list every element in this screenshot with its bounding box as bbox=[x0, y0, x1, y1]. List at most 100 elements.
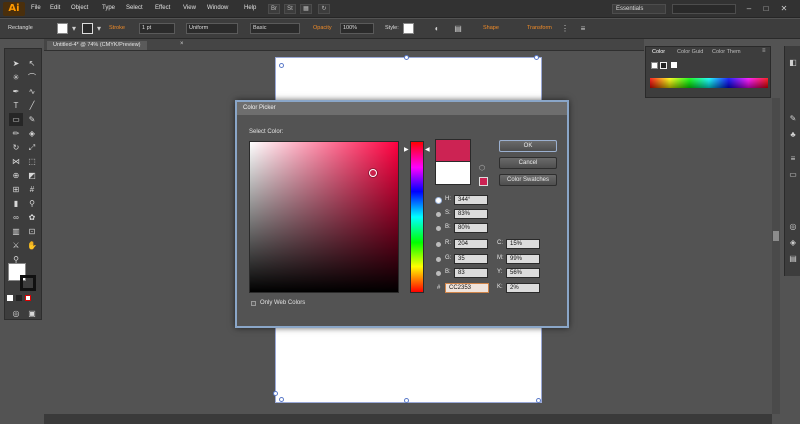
mesh-tool-icon[interactable]: # bbox=[25, 183, 39, 196]
tab-color[interactable]: Color bbox=[652, 49, 665, 55]
vertical-scrollbar[interactable] bbox=[772, 98, 780, 414]
stroke-weight-field[interactable]: 1 pt bbox=[139, 23, 175, 34]
minimize-icon[interactable]: – bbox=[742, 3, 756, 14]
symbol-sprayer-tool-icon[interactable]: ✿ bbox=[25, 211, 39, 224]
opacity-field[interactable]: 100% bbox=[340, 23, 374, 34]
close-icon[interactable]: ✕ bbox=[777, 3, 791, 14]
width-tool-icon[interactable]: ⋈ bbox=[9, 155, 23, 168]
draw-mode-icon[interactable]: ◎ bbox=[9, 307, 23, 320]
panel-stroke-swatch[interactable] bbox=[660, 62, 667, 69]
magenta-field[interactable]: 99% bbox=[506, 254, 540, 264]
type-tool-icon[interactable]: T bbox=[9, 99, 23, 112]
live-paint-tool-icon[interactable]: ◩ bbox=[25, 169, 39, 182]
distribute-icon[interactable]: ⋮ bbox=[560, 24, 570, 34]
panel-fill-swatch[interactable] bbox=[651, 62, 658, 69]
blue-radio[interactable] bbox=[436, 271, 441, 276]
menu-effect[interactable]: Effect bbox=[155, 5, 170, 11]
color-panel-icon[interactable]: ◧ bbox=[788, 58, 798, 68]
pencil-tool-icon[interactable]: ✏ bbox=[9, 127, 23, 140]
close-document-icon[interactable]: × bbox=[180, 41, 184, 47]
color-swatches-button[interactable]: Color Swatches bbox=[499, 174, 557, 186]
rotate-tool-icon[interactable]: ↻ bbox=[9, 141, 23, 154]
out-of-web-color-warning-icon[interactable]: ⬡ bbox=[479, 165, 487, 173]
panel-menu-icon[interactable]: ≡ bbox=[762, 48, 766, 54]
saturation-field[interactable]: 83% bbox=[454, 209, 488, 219]
shape-builder-tool-icon[interactable]: ⊕ bbox=[9, 169, 23, 182]
variable-width-profile-select[interactable]: Uniform bbox=[186, 23, 238, 34]
eraser-tool-icon[interactable]: ◈ bbox=[25, 127, 39, 140]
graphic-style-swatch[interactable] bbox=[403, 23, 414, 34]
gradient-mode-icon[interactable] bbox=[16, 295, 22, 301]
menu-view[interactable]: View bbox=[183, 5, 196, 11]
brushes-icon[interactable]: ✎ bbox=[788, 114, 798, 124]
horizontal-scrollbar[interactable] bbox=[44, 414, 772, 424]
selection-handle[interactable] bbox=[273, 391, 278, 396]
red-field[interactable]: 204 bbox=[454, 239, 488, 249]
color-spectrum-bar[interactable] bbox=[650, 78, 768, 88]
hue-slider-right-arrow[interactable]: ◀ bbox=[425, 146, 430, 153]
screen-mode-icon[interactable]: ▣ bbox=[25, 307, 39, 320]
free-transform-tool-icon[interactable]: ⬚ bbox=[25, 155, 39, 168]
chevron-down-icon[interactable]: ▾ bbox=[69, 24, 79, 34]
brush-definition-select[interactable]: Basic bbox=[250, 23, 300, 34]
gradient-icon[interactable]: ▭ bbox=[788, 170, 798, 180]
pen-tool-icon[interactable]: ✒ bbox=[9, 85, 23, 98]
ok-button[interactable]: OK bbox=[499, 140, 557, 152]
white-swatch[interactable] bbox=[671, 62, 677, 68]
stroke-label[interactable]: Stroke bbox=[109, 25, 125, 31]
panel-menu-icon[interactable]: ≡ bbox=[578, 24, 588, 34]
hue-slider-left-arrow[interactable]: ▶ bbox=[404, 146, 409, 153]
only-web-colors-checkbox[interactable] bbox=[251, 301, 256, 306]
selection-handle[interactable] bbox=[534, 55, 539, 60]
workspace-switcher[interactable]: Essentials bbox=[612, 4, 666, 14]
shape-label[interactable]: Shape bbox=[483, 25, 499, 31]
rectangle-tool-icon[interactable]: ▭ bbox=[9, 113, 23, 126]
menu-window[interactable]: Window bbox=[207, 5, 228, 11]
yellow-field[interactable]: 56% bbox=[506, 268, 540, 278]
saturation-brightness-field[interactable] bbox=[249, 141, 399, 293]
green-radio[interactable] bbox=[436, 257, 441, 262]
stroke-icon[interactable]: ≡ bbox=[788, 154, 798, 164]
selection-handle[interactable] bbox=[404, 398, 409, 403]
green-field[interactable]: 35 bbox=[454, 254, 488, 264]
scrollbar-thumb[interactable] bbox=[773, 231, 779, 241]
document-tab[interactable]: Untitled-4* @ 74% (CMYK/Preview) bbox=[47, 41, 147, 50]
color-mode-icon[interactable] bbox=[7, 295, 13, 301]
hue-radio[interactable] bbox=[436, 198, 441, 203]
symbols-icon[interactable]: ♣ bbox=[788, 130, 798, 140]
black-field[interactable]: 2% bbox=[506, 283, 540, 293]
direct-selection-tool-icon[interactable]: ↖ bbox=[25, 57, 39, 70]
stroke-swatch[interactable] bbox=[82, 23, 93, 34]
tab-color-guide[interactable]: Color Guid bbox=[677, 49, 703, 55]
selection-tool-icon[interactable]: ➤ bbox=[9, 57, 23, 70]
artboards-icon[interactable]: ▤ bbox=[788, 254, 798, 264]
opacity-label[interactable]: Opacity bbox=[313, 25, 332, 31]
menu-type[interactable]: Type bbox=[102, 5, 115, 11]
menu-select[interactable]: Select bbox=[126, 5, 143, 11]
appearance-icon[interactable]: ◎ bbox=[788, 222, 798, 232]
maximize-icon[interactable]: □ bbox=[759, 3, 773, 14]
blue-field[interactable]: 83 bbox=[454, 268, 488, 278]
stock-icon[interactable]: St bbox=[284, 4, 296, 14]
gradient-tool-icon[interactable]: ▮ bbox=[9, 197, 23, 210]
tab-color-themes[interactable]: Color Them bbox=[712, 49, 741, 55]
selection-handle[interactable] bbox=[404, 55, 409, 60]
brightness-field[interactable]: 80% bbox=[454, 223, 488, 233]
recolor-icon[interactable]: ◐ bbox=[432, 24, 442, 34]
hue-field[interactable]: 344° bbox=[454, 195, 488, 205]
sync-icon[interactable]: ↻ bbox=[318, 4, 330, 14]
chevron-down-icon[interactable]: ▾ bbox=[94, 24, 104, 34]
hex-field[interactable]: CC2353 bbox=[445, 283, 489, 293]
cancel-button[interactable]: Cancel bbox=[499, 157, 557, 169]
saturation-radio[interactable] bbox=[436, 212, 441, 217]
selection-handle[interactable] bbox=[279, 397, 284, 402]
magic-wand-tool-icon[interactable]: ✳ bbox=[9, 71, 23, 84]
none-mode-icon[interactable] bbox=[25, 295, 31, 301]
selection-handle[interactable] bbox=[279, 63, 284, 68]
menu-edit[interactable]: Edit bbox=[50, 5, 60, 11]
selection-handle[interactable] bbox=[536, 398, 541, 403]
cyan-field[interactable]: 15% bbox=[506, 239, 540, 249]
web-safe-color-swatch[interactable] bbox=[479, 177, 488, 186]
line-tool-icon[interactable]: ╱ bbox=[25, 99, 39, 112]
brightness-radio[interactable] bbox=[436, 226, 441, 231]
